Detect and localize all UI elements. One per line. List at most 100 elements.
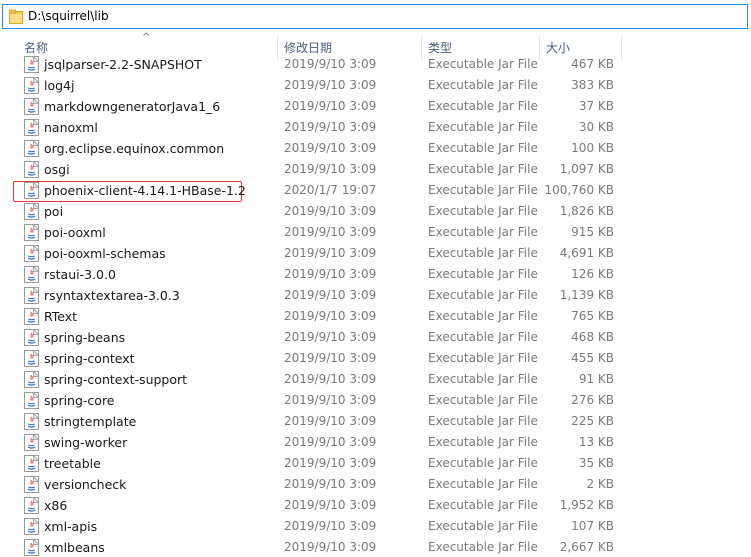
- file-size: 37 KB: [578, 99, 614, 113]
- file-name[interactable]: xml-apis: [44, 516, 97, 537]
- file-type: Executable Jar File: [428, 330, 538, 344]
- file-date: 2019/9/10 3:09: [284, 456, 377, 470]
- file-row[interactable]: spring-beans 2019/9/10 3:09 Executable Jar…: [0, 327, 751, 348]
- file-date: 2019/9/10 3:09: [284, 330, 377, 344]
- address-bar: D:\squirrel\lib: [0, 0, 751, 34]
- file-type: Executable Jar File: [428, 204, 538, 218]
- file-size: 915 KB: [571, 225, 614, 239]
- file-row[interactable]: spring-core 2019/9/10 3:09 Executable Jar …: [0, 390, 751, 411]
- java-jar-icon: [24, 286, 40, 304]
- file-row[interactable]: osgi 2019/9/10 3:09 Executable Jar File 1,0…: [0, 159, 751, 180]
- file-date: 2019/9/10 3:09: [284, 498, 377, 512]
- file-name[interactable]: markdowngeneratorJava1_6: [44, 96, 220, 117]
- file-type: Executable Jar File: [428, 99, 538, 113]
- file-name[interactable]: poi-ooxml: [44, 222, 106, 243]
- file-row[interactable]: spring-context-support 2019/9/10 3:09 Exec…: [0, 369, 751, 390]
- file-type: Executable Jar File: [428, 414, 538, 428]
- file-row[interactable]: xml-apis 2019/9/10 3:09 Executable Jar Fil…: [0, 516, 751, 537]
- file-type: Executable Jar File: [428, 78, 538, 92]
- file-name[interactable]: phoenix-client-4.14.1-HBase-1.2: [44, 180, 246, 201]
- file-row[interactable]: rstaui-3.0.0 2019/9/10 3:09 Executable Jar…: [0, 264, 751, 285]
- file-row[interactable]: x86 2019/9/10 3:09 Executable Jar File 1,95…: [0, 495, 751, 516]
- file-row[interactable]: rsyntaxtextarea-3.0.3 2019/9/10 3:09 Execu…: [0, 285, 751, 306]
- file-type: Executable Jar File: [428, 162, 538, 176]
- java-jar-icon: [24, 307, 40, 325]
- file-name[interactable]: poi-ooxml-schemas: [44, 243, 166, 264]
- file-date: 2019/9/10 3:09: [284, 540, 377, 554]
- file-size: 107 KB: [571, 519, 614, 533]
- file-size: 1,826 KB: [559, 204, 614, 218]
- file-size: 13 KB: [578, 435, 614, 449]
- file-name[interactable]: spring-context-support: [44, 369, 187, 390]
- file-row[interactable]: poi 2019/9/10 3:09 Executable Jar File 1,82…: [0, 201, 751, 222]
- file-row[interactable]: nanoxml 2019/9/10 3:09 Executable Jar File…: [0, 117, 751, 138]
- file-row[interactable]: xmlbeans 2019/9/10 3:09 Executable Jar Fil…: [0, 537, 751, 557]
- file-name[interactable]: rsyntaxtextarea-3.0.3: [44, 285, 180, 306]
- file-date: 2019/9/10 3:09: [284, 477, 377, 491]
- file-date: 2019/9/10 3:09: [284, 351, 377, 365]
- file-name[interactable]: treetable: [44, 453, 101, 474]
- file-row[interactable]: phoenix-client-4.14.1-HBase-1.2 2020/1/7 …: [0, 180, 751, 202]
- file-date: 2019/9/10 3:09: [284, 288, 377, 302]
- file-name[interactable]: spring-core: [44, 390, 115, 411]
- file-date: 2019/9/10 3:09: [284, 141, 377, 155]
- file-name[interactable]: log4j: [44, 75, 74, 96]
- address-path[interactable]: D:\squirrel\lib: [28, 5, 109, 28]
- file-row[interactable]: stringtemplate 2019/9/10 3:09 Executable J…: [0, 411, 751, 432]
- file-row[interactable]: org.eclipse.equinox.common 2019/9/10 3:09…: [0, 138, 751, 159]
- file-name[interactable]: nanoxml: [44, 117, 98, 138]
- java-jar-icon: [24, 433, 40, 451]
- file-type: Executable Jar File: [428, 351, 538, 365]
- file-date: 2019/9/10 3:09: [284, 309, 377, 323]
- file-name[interactable]: osgi: [44, 159, 70, 180]
- file-type: Executable Jar File: [428, 225, 538, 239]
- file-size: 30 KB: [578, 120, 614, 134]
- java-jar-icon: [24, 160, 40, 178]
- file-row[interactable]: log4j 2019/9/10 3:09 Executable Jar File 38…: [0, 75, 751, 96]
- file-size: 2 KB: [586, 477, 614, 491]
- file-size: 100,760 KB: [544, 183, 614, 197]
- file-name[interactable]: poi: [44, 201, 63, 222]
- file-row[interactable]: swing-worker 2019/9/10 3:09 Executable Jar…: [0, 432, 751, 453]
- file-name[interactable]: versioncheck: [44, 474, 126, 495]
- file-row[interactable]: markdowngeneratorJava1_6 2019/9/10 3:09 Ex…: [0, 96, 751, 117]
- file-row[interactable]: poi-ooxml-schemas 2019/9/10 3:09 Executabl…: [0, 243, 751, 264]
- java-jar-icon: [24, 517, 40, 535]
- file-date: 2019/9/10 3:09: [284, 120, 377, 134]
- file-name[interactable]: RText: [44, 306, 77, 327]
- java-jar-icon: [24, 454, 40, 472]
- file-name[interactable]: swing-worker: [44, 432, 127, 453]
- file-row[interactable]: versioncheck 2019/9/10 3:09 Executable Jar…: [0, 474, 751, 495]
- file-date: 2019/9/10 3:09: [284, 204, 377, 218]
- java-jar-icon: [24, 76, 40, 94]
- file-row[interactable]: jsqlparser-2.2-SNAPSHOT 2019/9/10 3:09 Exe…: [0, 54, 751, 75]
- java-jar-icon: [24, 475, 40, 493]
- file-row[interactable]: RText 2019/9/10 3:09 Executable Jar File 76…: [0, 306, 751, 327]
- file-name[interactable]: org.eclipse.equinox.common: [44, 138, 224, 159]
- file-name[interactable]: jsqlparser-2.2-SNAPSHOT: [44, 54, 202, 75]
- file-row[interactable]: spring-context 2019/9/10 3:09 Executable J…: [0, 348, 751, 369]
- file-name[interactable]: x86: [44, 495, 67, 516]
- file-size: 383 KB: [571, 78, 614, 92]
- file-row[interactable]: poi-ooxml 2019/9/10 3:09 Executable Jar Fi…: [0, 222, 751, 243]
- file-name[interactable]: xmlbeans: [44, 537, 105, 557]
- file-size: 225 KB: [571, 414, 614, 428]
- file-size: 765 KB: [571, 309, 614, 323]
- file-size: 455 KB: [571, 351, 614, 365]
- folder-icon: [9, 9, 23, 24]
- file-size: 4,691 KB: [559, 246, 614, 260]
- file-size: 468 KB: [571, 330, 614, 344]
- file-size: 100 KB: [571, 141, 614, 155]
- file-type: Executable Jar File: [428, 267, 538, 281]
- file-size: 35 KB: [578, 456, 614, 470]
- file-name[interactable]: spring-context: [44, 348, 135, 369]
- file-size: 1,952 KB: [559, 498, 614, 512]
- file-row[interactable]: treetable 2019/9/10 3:09 Executable Jar Fi…: [0, 453, 751, 474]
- file-name[interactable]: spring-beans: [44, 327, 125, 348]
- file-type: Executable Jar File: [428, 519, 538, 533]
- file-name[interactable]: rstaui-3.0.0: [44, 264, 116, 285]
- java-jar-icon: [24, 538, 40, 556]
- java-jar-icon: [24, 370, 40, 388]
- address-field[interactable]: D:\squirrel\lib: [2, 4, 748, 29]
- file-name[interactable]: stringtemplate: [44, 411, 136, 432]
